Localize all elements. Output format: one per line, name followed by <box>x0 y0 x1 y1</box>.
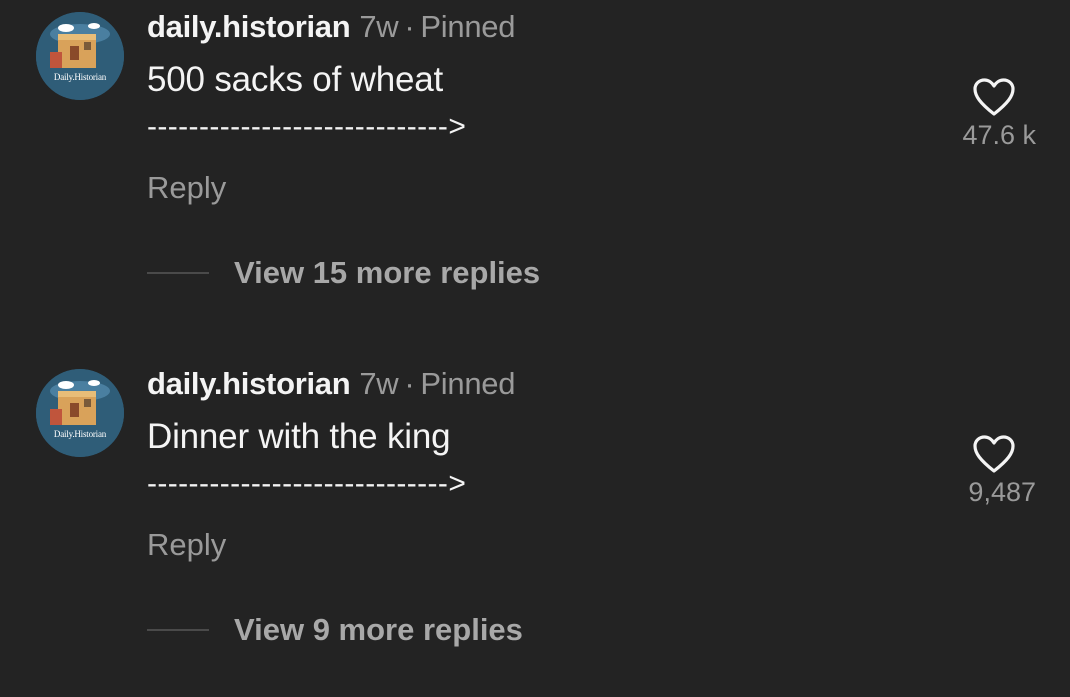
separator-dot: · <box>404 366 415 401</box>
avatar[interactable]: Daily.Historian <box>36 369 124 457</box>
username[interactable]: daily.historian <box>147 9 351 44</box>
avatar[interactable]: Daily.Historian <box>36 12 124 100</box>
comment-text: 500 sacks of wheat <box>147 60 444 99</box>
avatar-image <box>36 12 124 100</box>
timestamp: 7w <box>359 366 399 401</box>
divider-line <box>147 629 209 631</box>
comment-header: daily.historian 7w · Pinned <box>147 366 515 402</box>
avatar-image <box>36 369 124 457</box>
heart-icon[interactable] <box>972 434 1016 474</box>
reply-button[interactable]: Reply <box>147 527 226 563</box>
view-replies-label: View 15 more replies <box>234 255 541 290</box>
avatar-label: Daily.Historian <box>53 72 107 82</box>
heart-icon[interactable] <box>972 77 1016 117</box>
divider-line <box>147 272 209 274</box>
view-replies-button[interactable]: View 9 more replies <box>147 612 523 648</box>
reply-button[interactable]: Reply <box>147 170 226 206</box>
pinned-label: Pinned <box>420 9 516 44</box>
comment: Daily.Historian daily.historian 7w · Pinned… <box>0 357 1070 697</box>
username[interactable]: daily.historian <box>147 366 351 401</box>
avatar-label: Daily.Historian <box>53 429 107 439</box>
comment-text: Dinner with the king <box>147 417 451 456</box>
separator-dot: · <box>404 9 415 44</box>
comment-header: daily.historian 7w · Pinned <box>147 9 515 45</box>
pinned-label: Pinned <box>420 366 516 401</box>
comment-arrow-text: -----------------------------> <box>147 467 467 500</box>
comment: Daily.Historian daily.historian 7w · Pinned… <box>0 0 1070 340</box>
view-replies-button[interactable]: View 15 more replies <box>147 255 540 291</box>
view-replies-label: View 9 more replies <box>234 612 523 647</box>
like-count: 9,487 <box>968 477 1036 507</box>
like-count: 47.6 k <box>962 120 1036 150</box>
comment-arrow-text: -----------------------------> <box>147 110 467 143</box>
timestamp: 7w <box>359 9 399 44</box>
